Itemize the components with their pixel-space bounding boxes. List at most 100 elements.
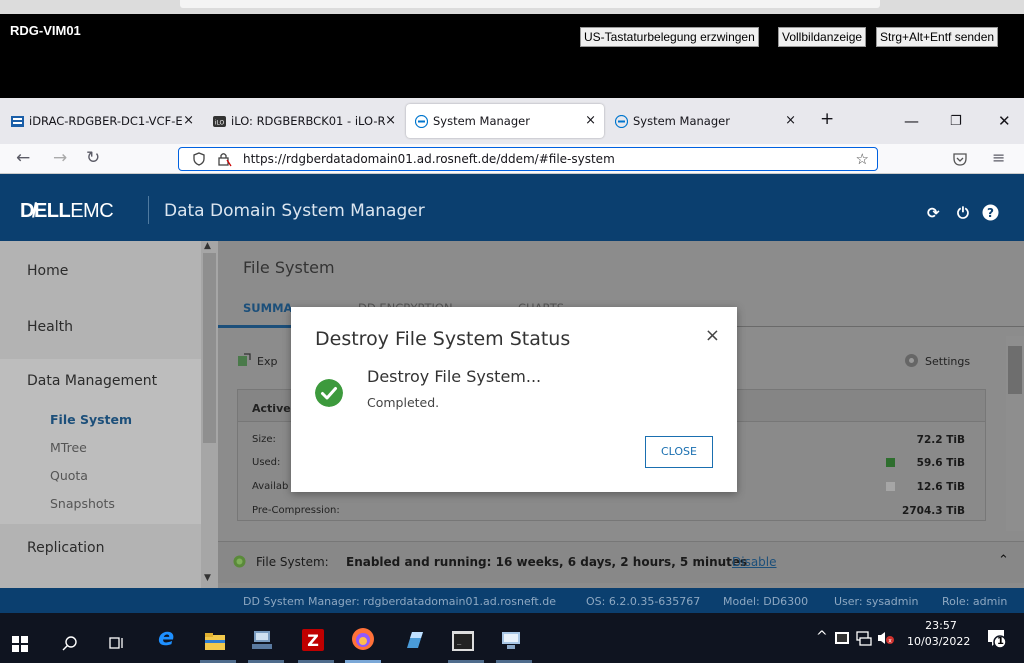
footer-os: OS: 6.2.0.35-635767 [586,595,701,608]
bookmark-star-icon[interactable]: ☆ [856,150,869,168]
export-button[interactable]: Exp [257,355,277,368]
header-divider [148,196,149,224]
scroll-up-icon[interactable]: ▲ [204,241,211,251]
sidebar-sub-snapshots[interactable]: Snapshots [50,496,115,511]
status-ok-icon [233,555,246,568]
refresh-icon[interactable]: ⟳ [927,204,940,222]
app-header: D̸ELLEMC Data Domain System Manager ⟳ ⏻ … [0,174,1024,241]
svg-text:?: ? [987,206,994,220]
fullscreen-button[interactable]: Vollbildanzeige [778,27,867,47]
sidebar-sub-file-system[interactable]: File System [50,412,132,427]
app-footer: DD System Manager: rdgberdatadomain01.ad… [218,588,1024,613]
tab-system-manager[interactable]: System Manager × [606,104,804,138]
status-label: File System: [256,555,329,569]
pocket-icon[interactable] [953,152,967,166]
status-value: Enabled and running: 16 weeks, 6 days, 2… [346,555,748,569]
idrac-icon [11,115,24,127]
close-icon[interactable]: × [785,113,796,128]
content-scrollbar[interactable] [1006,336,1024,531]
sidebar-item-replication[interactable]: Replication [27,540,104,556]
force-us-keyboard-button[interactable]: US-Tastaturbelegung erzwingen [580,27,759,47]
sidebar-item-home[interactable]: Home [27,263,68,279]
tab-summary[interactable]: SUMMA [243,301,292,315]
success-check-icon [315,379,343,407]
lock-icon [218,153,232,167]
sidebar-scroll-thumb[interactable] [203,253,216,443]
content-scroll-thumb[interactable] [1008,346,1022,394]
menu-icon[interactable]: ≡ [992,149,1005,167]
minimize-icon[interactable]: — [904,112,919,130]
footer-user: User: sysadmin [834,595,919,608]
reload-icon[interactable]: ↻ [86,149,100,167]
filezilla-icon[interactable]: Z [302,628,324,652]
tab-label: iLO: RDGBERBCK01 - iLO-R [231,114,386,128]
tab-label: System Manager [633,114,730,128]
search-icon[interactable] [62,631,78,655]
close-icon[interactable]: × [183,113,194,128]
dell-icon [415,114,428,128]
remote-session-header: RDG-VIM01 US-Tastaturbelegung erzwingen … [0,14,1024,98]
row-label-precompression: Pre-Compression: [252,505,340,516]
tab-ilo[interactable]: iLO iLO: RDGBERBCK01 - iLO-R × [204,104,404,138]
used-legend-swatch [886,458,895,467]
restore-icon[interactable]: ❐ [950,114,962,129]
row-label-available: Availab [252,481,289,492]
browser-nav-bar: ← → ↻ https://rdgberdatadomain01.ad.rosn… [0,144,1024,174]
sidebar-sub-quota[interactable]: Quota [50,468,88,483]
dialog-close-button[interactable]: CLOSE [645,436,713,468]
available-legend-swatch [886,482,895,491]
tray-chevron-up-icon[interactable]: ^ [816,629,828,645]
close-icon[interactable]: × [385,113,396,128]
ie-icon[interactable]: e [158,623,174,651]
close-icon[interactable]: × [585,113,596,128]
sidebar-item-health[interactable]: Health [27,319,73,335]
new-tab-button[interactable]: + [820,109,834,129]
sidebar-sub-mtree[interactable]: MTree [50,440,87,455]
remote-desktop-icon[interactable] [500,628,522,652]
row-label-size: Size: [252,434,276,445]
power-icon[interactable]: ⏻ [957,204,969,222]
gear-icon [905,354,918,367]
ilo-icon: iLO [213,115,226,127]
tab-label: iDRAC-RDGBER-DC1-VCF-E [29,114,183,128]
tray-app-icon[interactable] [834,630,850,646]
volume-muted-icon[interactable]: x [877,630,895,646]
chevron-up-icon[interactable]: ⌃ [998,553,1009,568]
firefox-icon[interactable] [351,627,375,651]
clock-time[interactable]: 23:57 [914,619,968,632]
window-close-icon[interactable]: ✕ [998,112,1011,130]
network-app-icon[interactable] [251,628,273,652]
forward-icon[interactable]: → [53,149,67,167]
row-value-size: 72.2 TiB [916,434,965,446]
scroll-down-icon[interactable]: ▼ [204,573,211,583]
file-explorer-icon[interactable] [204,629,226,653]
destroy-status-dialog: Destroy File System Status × Destroy Fil… [291,307,737,492]
tab-label: System Manager [433,114,530,128]
settings-button[interactable]: Settings [925,355,970,368]
notification-count: 1 [997,636,1004,647]
page-title: File System [243,258,335,277]
help-icon[interactable]: ? [982,204,999,221]
dialog-close-icon[interactable]: × [705,325,720,346]
app-icon[interactable] [404,628,426,652]
svg-text:x: x [888,638,892,645]
clock-date[interactable]: 10/03/2022 [907,635,970,648]
windows-start-icon[interactable] [12,632,28,656]
disable-link[interactable]: Disable [732,555,777,569]
task-view-icon[interactable] [109,631,125,655]
url-text: https://rdgberdatadomain01.ad.rosneft.de… [243,152,615,166]
terminal-icon[interactable]: _ [452,629,474,653]
footer-manager: DD System Manager: rdgberdatadomain01.ad… [243,595,556,608]
row-value-available: 12.6 TiB [916,481,965,493]
url-bar[interactable]: https://rdgberdatadomain01.ad.rosneft.de… [178,147,878,171]
tab-idrac[interactable]: iDRAC-RDGBER-DC1-VCF-E × [2,104,202,138]
tab-system-manager-active[interactable]: System Manager × [406,104,604,138]
row-value-used: 59.6 TiB [916,457,965,469]
send-ctrl-alt-del-button[interactable]: Strg+Alt+Entf senden [876,27,999,47]
sidebar-item-data-management[interactable]: Data Management [27,373,157,389]
dialog-title: Destroy File System Status [315,328,571,350]
network-icon[interactable] [856,630,872,646]
browser-tab-bar: iDRAC-RDGBER-DC1-VCF-E × iLO iLO: RDGBER… [0,98,1024,144]
back-icon[interactable]: ← [16,149,30,167]
remote-session-title: RDG-VIM01 [10,23,81,38]
